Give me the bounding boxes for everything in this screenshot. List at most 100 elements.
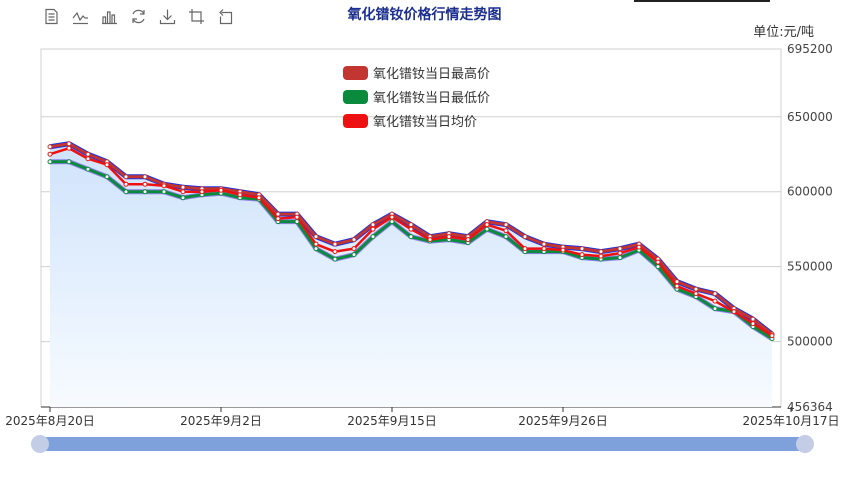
avg-price-point [484, 222, 490, 228]
y-tick-label: 695200 [787, 42, 833, 56]
low-price-point [712, 306, 718, 312]
high-price-point [332, 241, 338, 247]
high-price-point [617, 246, 623, 252]
legend-swatch [343, 66, 368, 80]
x-tick-label: 2025年9月15日 [347, 414, 436, 428]
high-price-point [693, 286, 699, 292]
avg-price-point [465, 237, 471, 243]
high-price-point [750, 316, 756, 322]
avg-price-point [142, 181, 148, 187]
y-tick-label: 500000 [787, 335, 833, 349]
avg-price-point [351, 246, 357, 252]
high-price-point [123, 174, 129, 180]
avg-price-point [85, 156, 91, 162]
high-price-point [712, 291, 718, 297]
legend-swatch [343, 90, 368, 104]
low-price-point [104, 174, 110, 180]
low-price-point [389, 219, 395, 225]
low-price-point [655, 264, 661, 270]
x-tick-label: 2025年8月20日 [5, 414, 94, 428]
avg-price-point [47, 151, 53, 157]
avg-price-point [503, 228, 509, 234]
legend-label: 氧化镨钕当日均价 [373, 114, 477, 130]
high-price-point [275, 211, 281, 217]
avg-price-point [674, 283, 680, 289]
avg-price-point [389, 214, 395, 220]
avg-price-point [332, 249, 338, 255]
low-price-point [408, 234, 414, 240]
avg-price-point [180, 189, 186, 195]
high-price-point [351, 237, 357, 243]
high-price-point [503, 222, 509, 228]
legend: 氧化镨钕当日最高价氧化镨钕当日最低价氧化镨钕当日均价 [343, 66, 490, 130]
avg-price-point [66, 145, 72, 151]
low-price-point [503, 234, 509, 240]
high-price-point [522, 234, 528, 240]
avg-price-point [294, 214, 300, 220]
avg-price-point [541, 246, 547, 252]
high-price-point [180, 184, 186, 190]
low-price-point [180, 195, 186, 201]
avg-price-point [750, 321, 756, 327]
slider-handle-left [31, 435, 49, 453]
high-price-point [408, 222, 414, 228]
avg-price-point [104, 162, 110, 168]
high-price-point [674, 279, 680, 285]
low-price-point [332, 256, 338, 262]
avg-price-point [731, 309, 737, 315]
avg-price-point [161, 183, 167, 189]
y-tick-label: 600000 [787, 185, 833, 199]
y-tick-label: 650000 [787, 110, 833, 124]
avg-price-point [313, 241, 319, 247]
avg-price-point [199, 189, 205, 195]
low-price-point [47, 159, 53, 165]
high-price-point [579, 246, 585, 252]
data-zoom-slider[interactable] [31, 435, 814, 453]
high-price-point [313, 234, 319, 240]
avg-price-point [218, 187, 224, 193]
avg-price-point [636, 244, 642, 250]
low-price-point [617, 255, 623, 261]
high-price-point [66, 141, 72, 147]
high-price-point [541, 241, 547, 247]
legend-label: 氧化镨钕当日最高价 [373, 66, 490, 82]
slider-track [40, 437, 805, 451]
avg-price-point [370, 226, 376, 232]
avg-price-point [237, 192, 243, 198]
y-tick-label: 456364 [787, 400, 833, 414]
avg-price-point [256, 195, 262, 201]
avg-price-point [123, 181, 129, 187]
avg-price-point [579, 252, 585, 258]
low-price-point [66, 159, 72, 165]
low-price-point [161, 189, 167, 195]
low-price-point [142, 189, 148, 195]
legend-label: 氧化镨钕当日最低价 [373, 90, 490, 106]
low-price-point [123, 189, 129, 195]
x-tick-label: 2025年9月26日 [518, 414, 607, 428]
low-price-point [370, 234, 376, 240]
legend-swatch [343, 114, 368, 128]
avg-price-point [769, 333, 775, 339]
price-chart: 6952006500006000005500005000004563642025… [5, 42, 840, 453]
low-price-point [351, 252, 357, 258]
x-tick-label: 2025年9月2日 [180, 414, 262, 428]
avg-price-point [522, 246, 528, 252]
avg-price-point [693, 291, 699, 297]
x-tick-label: 2025年10月17日 [742, 414, 839, 428]
low-price-point [85, 166, 91, 172]
low-price-point [484, 226, 490, 232]
high-price-point [370, 222, 376, 228]
high-price-point [47, 144, 53, 150]
avg-price-point [560, 247, 566, 253]
avg-price-point [617, 250, 623, 256]
avg-price-point [655, 259, 661, 265]
low-price-point [294, 219, 300, 225]
avg-price-point [712, 298, 718, 304]
high-price-point [142, 174, 148, 180]
low-price-point [313, 246, 319, 252]
y-tick-label: 550000 [787, 260, 833, 274]
avg-price-point [427, 237, 433, 243]
high-price-point [85, 151, 91, 157]
avg-price-point [275, 216, 281, 222]
avg-price-point [598, 253, 604, 259]
